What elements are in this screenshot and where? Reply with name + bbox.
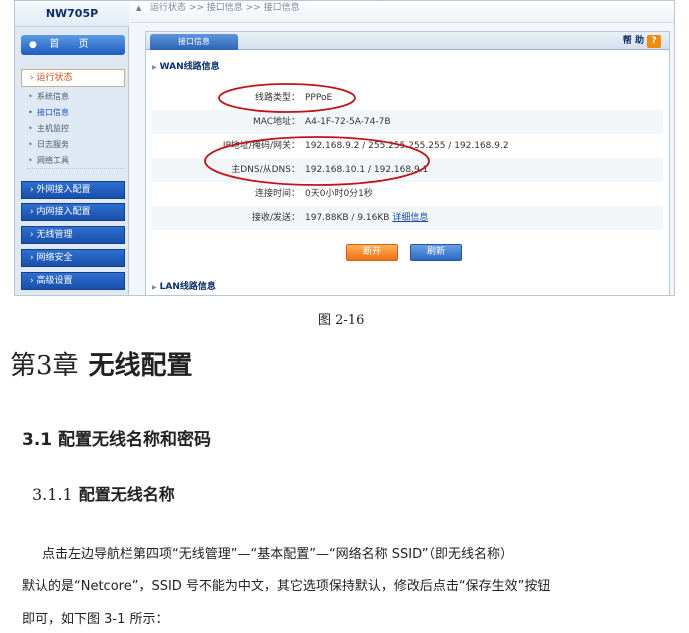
lan-section-title: ▶ LAN线路信息	[152, 282, 216, 292]
sidebar-subitem-log-service[interactable]: 日志服务	[27, 137, 125, 153]
traffic-value: 197.88KB / 9.16KB 详细信息	[305, 206, 428, 230]
home-icon: ●	[29, 40, 37, 50]
line-type-value: PPPoE	[305, 93, 333, 103]
breadcrumb-text: 运行状态 >> 接口信息 >> 接口信息	[150, 3, 300, 13]
row-connect-time: 连接时间： 0天0小时0分1秒	[152, 182, 663, 206]
sidebar-item-security[interactable]: › 网络安全	[21, 249, 125, 267]
section-arrow-icon: ▶	[152, 64, 157, 71]
connect-time-label: 连接时间：	[254, 189, 300, 199]
paragraph-line-3: 即可，如下图 3-1 所示：	[22, 612, 169, 627]
subsection-heading: 3.1.1 配置无线名称	[32, 481, 175, 505]
router-screenshot: NW705P ● 首 页 › 运行状态 系统信息 接口信息 主机监控 日志服务 …	[14, 0, 675, 296]
interface-info-panel: 接口信息 帮 助? ▶ WAN线路信息 线路类型： PPPoE MAC地址： A4…	[145, 31, 670, 295]
row-ip: IP地址/掩码/网关： 192.168.9.2 / 255.255.255.25…	[152, 134, 663, 158]
home-button-label: 首 页	[49, 39, 97, 50]
mac-label: MAC地址：	[252, 117, 300, 127]
panel-tab-strip: 接口信息 帮 助?	[146, 32, 669, 50]
sidebar-subitem-system-info[interactable]: 系统信息	[27, 89, 125, 105]
help-label: 帮 助	[622, 36, 644, 46]
home-button[interactable]: ● 首 页	[21, 35, 125, 55]
sidebar-item-wan-config[interactable]: › 外网接入配置	[21, 181, 125, 199]
dns-value: 192.168.10.1 / 192.168.9.1	[305, 165, 429, 175]
traffic-amount: 197.88KB / 9.16KB	[305, 213, 390, 223]
ip-value: 192.168.9.2 / 255.255.255.255 / 192.168.…	[305, 141, 509, 151]
paragraph-line-2: 默认的是“Netcore”，SSID 号不能为中文，其它选项保持默认，修改后点击…	[22, 579, 551, 594]
tab-interface-info[interactable]: 接口信息	[150, 34, 238, 50]
sidebar-item-running-status[interactable]: › 运行状态	[21, 69, 125, 87]
wan-section-title: ▶ WAN线路信息	[152, 62, 220, 72]
mac-value: A4-1F-72-5A-74-7B	[305, 117, 391, 127]
detail-link[interactable]: 详细信息	[392, 213, 428, 223]
connect-time-value: 0天0小时0分1秒	[305, 189, 373, 199]
section-heading: 3.1 配置无线名称和密码	[22, 430, 212, 450]
help-icon: ?	[647, 35, 661, 48]
refresh-button[interactable]: 刷新	[410, 244, 462, 261]
help-button[interactable]: 帮 助?	[623, 34, 661, 48]
section-arrow-icon: ▶	[152, 284, 157, 291]
router-sidebar: NW705P ● 首 页 › 运行状态 系统信息 接口信息 主机监控 日志服务 …	[15, 1, 129, 295]
sidebar-item-advanced[interactable]: › 高级设置	[21, 272, 125, 290]
sidebar-subitem-interface-info[interactable]: 接口信息	[27, 105, 125, 121]
breadcrumb-arrow-icon: ▲	[136, 4, 142, 12]
chapter-number: 第3章	[10, 351, 79, 381]
subsection-title: 配置无线名称	[78, 485, 175, 504]
sidebar-item-wireless[interactable]: › 无线管理	[21, 226, 125, 244]
row-dns: 主DNS/从DNS： 192.168.10.1 / 192.168.9.1	[152, 158, 663, 182]
subsection-number: 3.1.1	[32, 485, 73, 504]
dns-label: 主DNS/从DNS：	[231, 165, 300, 175]
chapter-heading: 第3章 无线配置	[10, 345, 193, 382]
sidebar-subitem-host-monitor[interactable]: 主机监控	[27, 121, 125, 137]
breadcrumb: ▲ 运行状态 >> 接口信息 >> 接口信息	[130, 1, 674, 23]
figure-caption: 图 2-16	[318, 313, 365, 328]
ip-label: IP地址/掩码/网关：	[222, 141, 300, 151]
sidebar-item-lan-config[interactable]: › 内网接入配置	[21, 203, 125, 221]
sidebar-subitem-network-tools[interactable]: 网络工具	[27, 153, 125, 169]
paragraph-line-1: 点击左边导航栏第四项“无线管理”—“基本配置”—“网络名称 SSID”（即无线名…	[42, 547, 514, 562]
row-traffic: 接收/发送： 197.88KB / 9.16KB 详细信息	[152, 206, 663, 230]
router-model-label: NW705P	[15, 1, 129, 27]
chapter-title: 无线配置	[88, 351, 193, 381]
traffic-label: 接收/发送：	[251, 213, 300, 223]
row-line-type: 线路类型： PPPoE	[152, 86, 663, 110]
row-mac: MAC地址： A4-1F-72-5A-74-7B	[152, 110, 663, 134]
line-type-label: 线路类型：	[254, 93, 300, 103]
disconnect-button[interactable]: 断开	[346, 244, 398, 261]
